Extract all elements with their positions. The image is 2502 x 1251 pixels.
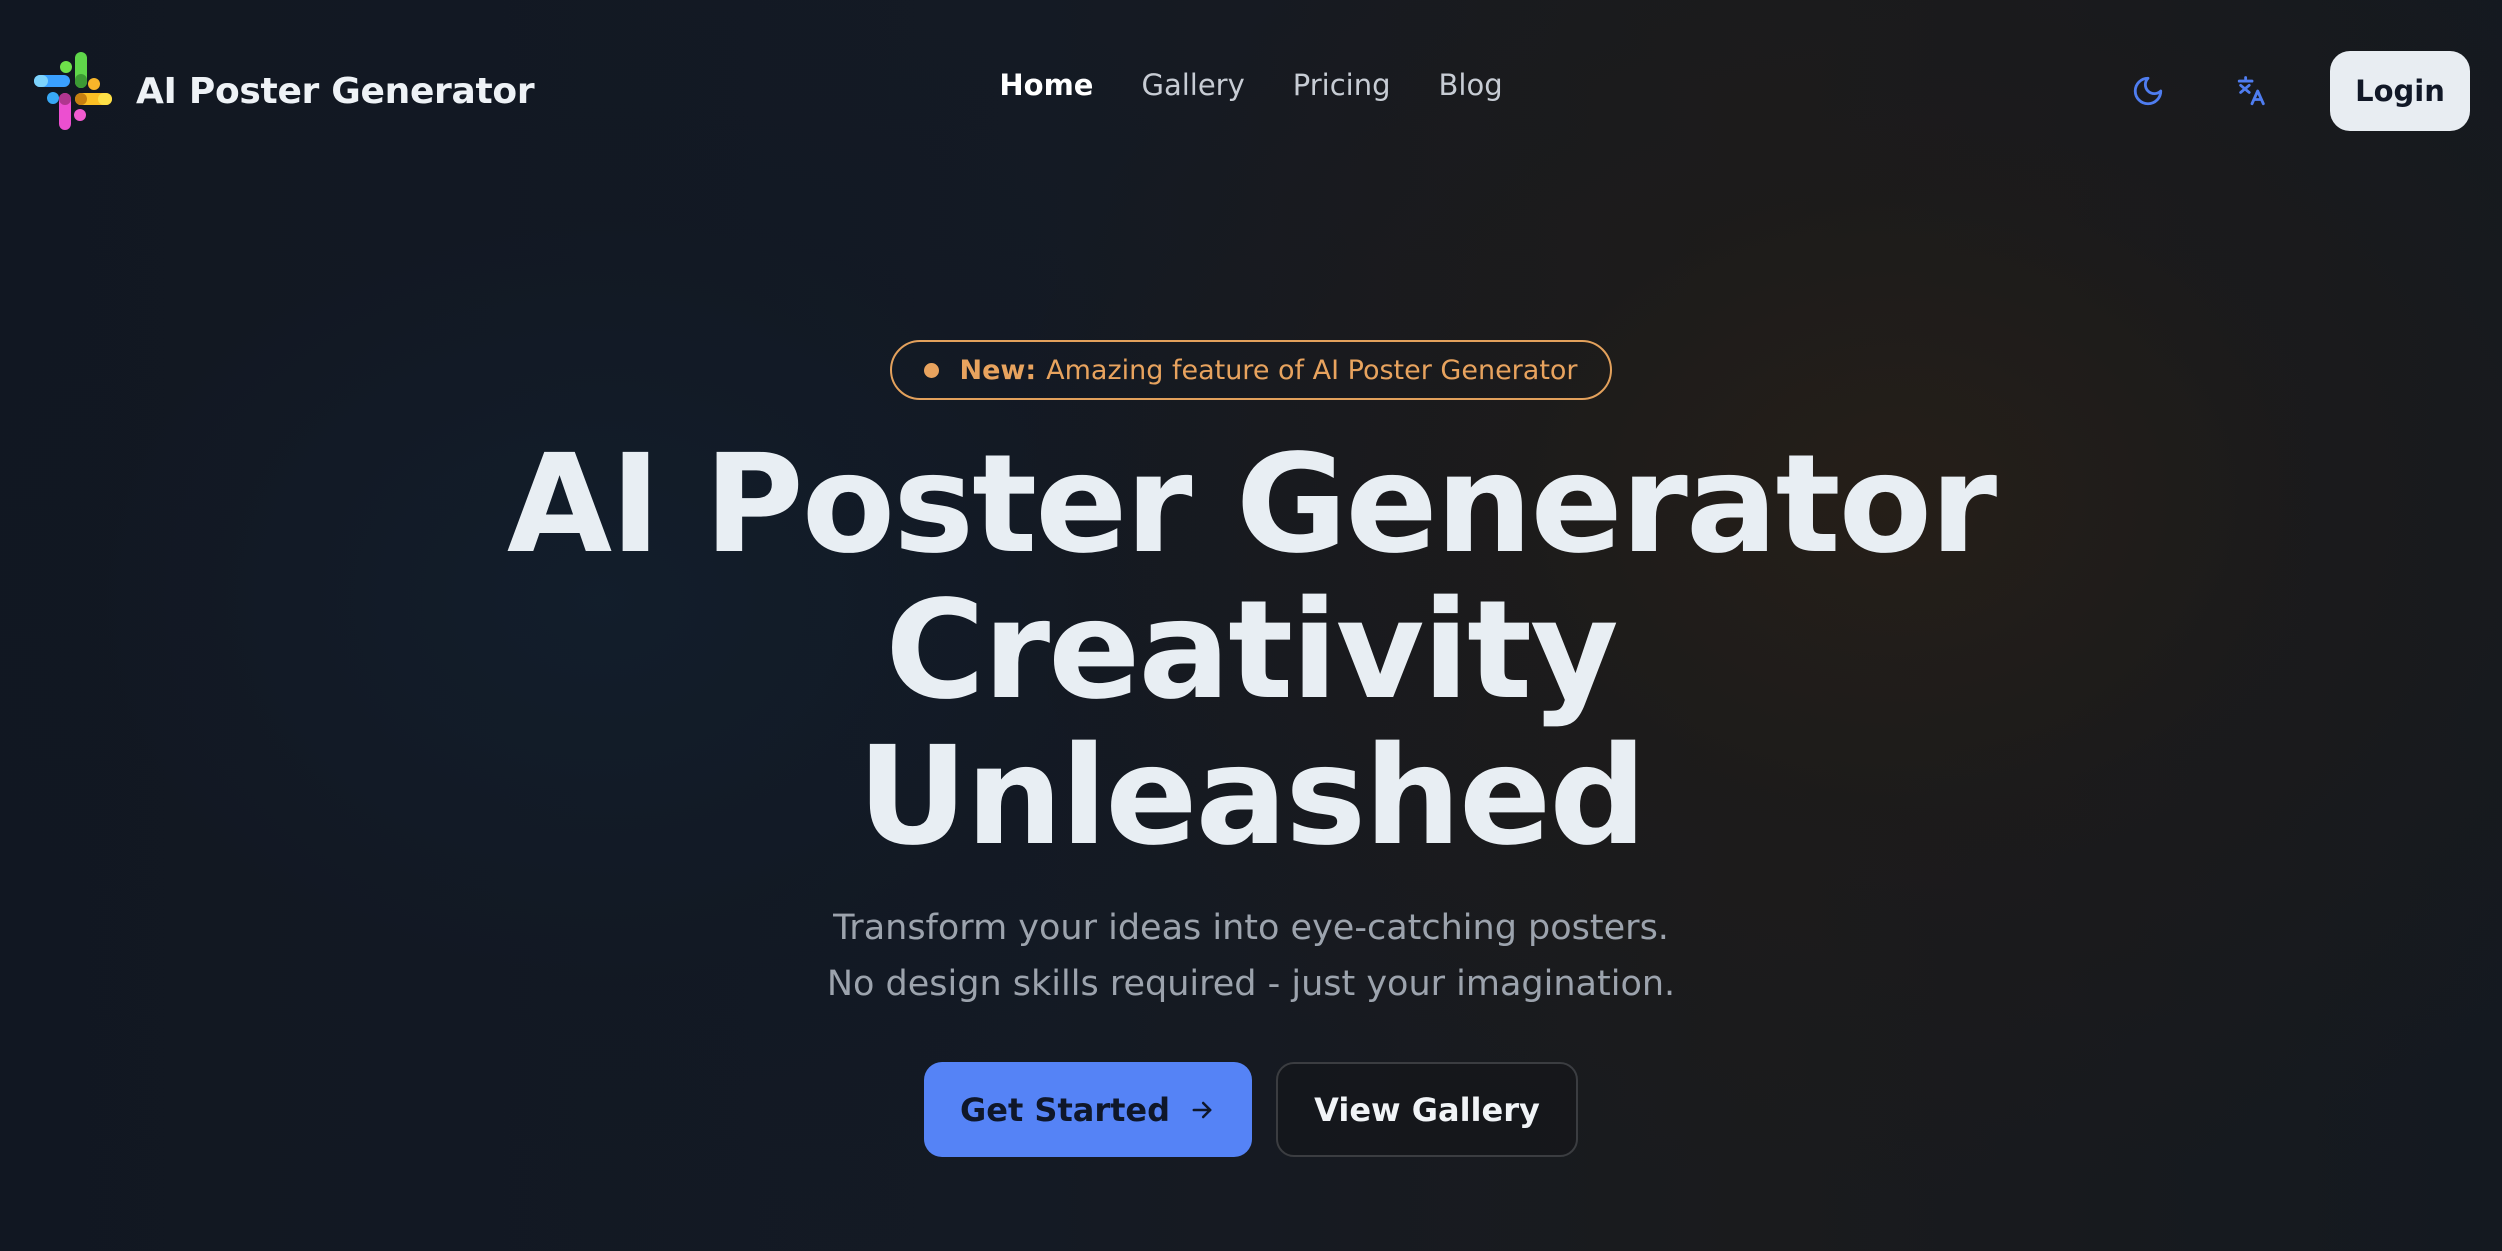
hero-subtitle-line: No design skills required - just your im… — [826, 964, 1676, 1004]
cta-row: Get Started View Gallery — [924, 1062, 1578, 1157]
colorful-cross-logo-icon — [32, 50, 114, 132]
view-gallery-button[interactable]: View Gallery — [1276, 1062, 1578, 1157]
hero-title-line: AI Poster Generator — [506, 426, 1997, 584]
nav-gallery[interactable]: Gallery — [1141, 68, 1244, 102]
nav-pricing[interactable]: Pricing — [1293, 68, 1391, 102]
hero-subtitle-line: Transform your ideas into eye-catching p… — [833, 908, 1669, 948]
hero-title: AI Poster Generator Creativity Unleashed — [506, 426, 1997, 876]
brand[interactable]: AI Poster Generator — [32, 50, 535, 132]
get-started-label: Get Started — [959, 1090, 1171, 1129]
nav-blog[interactable]: Blog — [1439, 68, 1503, 102]
main-nav: Home Gallery Pricing Blog — [999, 68, 1502, 102]
nav-home[interactable]: Home — [999, 68, 1093, 102]
get-started-button[interactable]: Get Started — [924, 1062, 1252, 1157]
header-actions: Login — [2096, 39, 2470, 143]
arrow-right-icon — [1192, 1101, 1212, 1118]
theme-toggle-button[interactable] — [2096, 39, 2200, 143]
moon-icon — [2133, 76, 2163, 106]
hero-title-line: Unleashed — [857, 718, 1646, 876]
hero-title-line: Creativity — [885, 572, 1618, 730]
announcement-badge[interactable]: New: Amazing feature of AI Poster Genera… — [890, 340, 1612, 400]
translate-icon — [2237, 76, 2265, 106]
hero-subtitle: Transform your ideas into eye-catching p… — [827, 900, 1675, 1012]
badge-dot-icon — [924, 362, 940, 378]
hero-section: New: Amazing feature of AI Poster Genera… — [0, 0, 2502, 1251]
brand-name: AI Poster Generator — [136, 70, 535, 112]
login-button[interactable]: Login — [2330, 51, 2470, 131]
top-navbar: AI Poster Generator Home Gallery Pricing… — [0, 0, 2502, 182]
badge-text: Amazing feature of AI Poster Generator — [1046, 354, 1578, 386]
badge-prefix: New: — [959, 354, 1037, 386]
language-button[interactable] — [2200, 39, 2304, 143]
